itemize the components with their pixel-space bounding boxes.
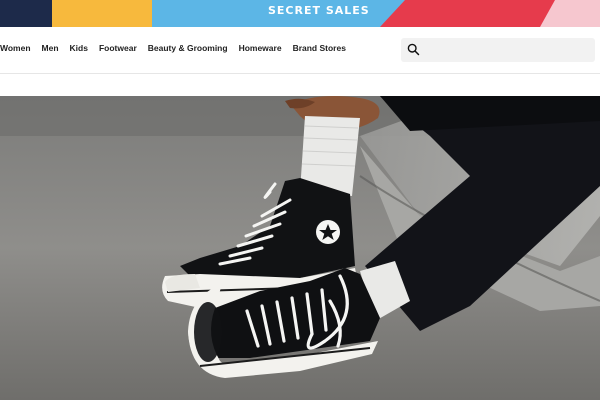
nav-item-women[interactable]: Women bbox=[0, 43, 31, 53]
site-header: Women Men Kids Footwear Beauty & Groomin… bbox=[0, 27, 600, 74]
nav-item-footwear[interactable]: Footwear bbox=[99, 43, 137, 53]
hero-image[interactable] bbox=[0, 96, 600, 400]
nav-item-men[interactable]: Men bbox=[42, 43, 59, 53]
search-input[interactable] bbox=[425, 41, 593, 61]
banner-red-block bbox=[380, 0, 555, 27]
sneakers-photo bbox=[0, 96, 600, 400]
nav-item-homeware[interactable]: Homeware bbox=[239, 43, 282, 53]
nav-item-brand-stores[interactable]: Brand Stores bbox=[293, 43, 346, 53]
promo-banner[interactable]: SECRET SALES bbox=[0, 0, 600, 27]
banner-title: SECRET SALES bbox=[268, 4, 370, 17]
search-icon[interactable] bbox=[407, 43, 420, 56]
banner-yellow-block bbox=[52, 0, 152, 27]
main-nav: Women Men Kids Footwear Beauty & Groomin… bbox=[0, 43, 357, 53]
nav-item-beauty-grooming[interactable]: Beauty & Grooming bbox=[148, 43, 228, 53]
nav-item-kids[interactable]: Kids bbox=[70, 43, 88, 53]
banner-navy-block bbox=[0, 0, 52, 27]
search-bar[interactable] bbox=[401, 38, 595, 62]
